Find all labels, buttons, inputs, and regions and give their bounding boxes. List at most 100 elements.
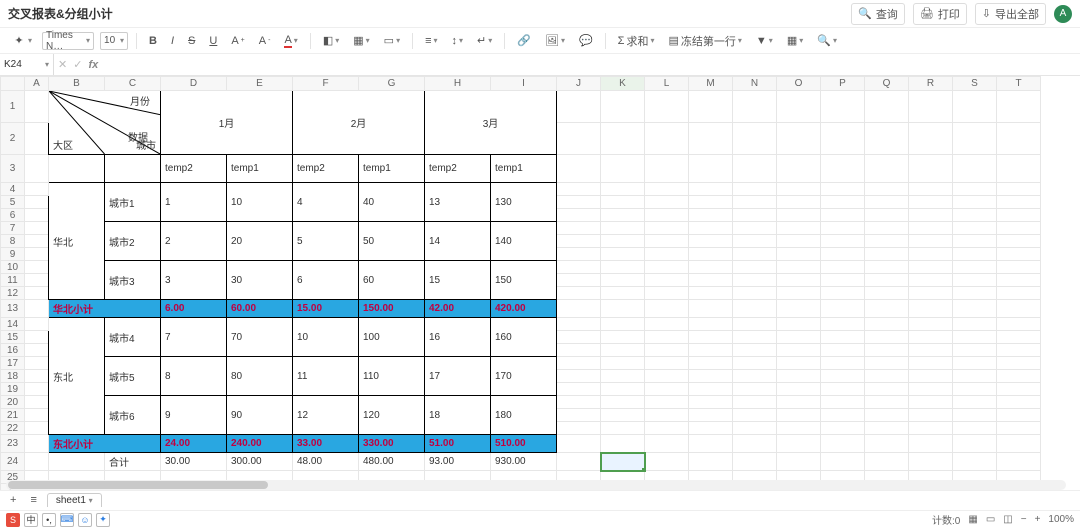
cell-H13[interactable]: 42.00	[425, 300, 491, 318]
cell-H17[interactable]: 17	[425, 357, 491, 396]
cell-J6[interactable]	[557, 209, 601, 222]
ime-emoji-icon[interactable]: ☺	[78, 513, 92, 527]
cell-S21[interactable]	[953, 409, 997, 422]
cell-J9[interactable]	[557, 248, 601, 261]
cell-P13[interactable]	[821, 300, 865, 318]
cell-H10[interactable]: 15	[425, 261, 491, 300]
cell-A21[interactable]	[25, 409, 49, 422]
ime-lang-zh[interactable]: 中	[24, 513, 38, 527]
cell-L6[interactable]	[645, 209, 689, 222]
sheet-tab[interactable]: sheet1 ▾	[47, 493, 102, 507]
cell-I7[interactable]: 140	[491, 222, 557, 261]
cell-M6[interactable]	[689, 209, 733, 222]
row-header-17[interactable]: 17	[1, 357, 25, 370]
view-page-icon[interactable]: ▭	[986, 514, 995, 525]
formula-input[interactable]	[104, 59, 1076, 70]
cell-N13[interactable]	[733, 300, 777, 318]
name-box[interactable]: K24▾	[0, 54, 54, 75]
cell-Q17[interactable]	[865, 357, 909, 370]
cell-M12[interactable]	[689, 287, 733, 300]
grid[interactable]: ABCDEFGHIJKLMNOPQRST1 月份 数据 大区 城市1月2月3月2…	[0, 76, 1080, 496]
zoom-out-button[interactable]: −	[1021, 514, 1027, 525]
cell-S1[interactable]	[953, 91, 997, 123]
cell-R3[interactable]	[909, 155, 953, 183]
cell-E13[interactable]: 60.00	[227, 300, 293, 318]
col-header-P[interactable]: P	[821, 77, 865, 91]
cell-M21[interactable]	[689, 409, 733, 422]
cell-P3[interactable]	[821, 155, 865, 183]
cell-J23[interactable]	[557, 435, 601, 453]
cell-T17[interactable]	[997, 357, 1041, 370]
cell-J17[interactable]	[557, 357, 601, 370]
cell-S15[interactable]	[953, 331, 997, 344]
freeze-button[interactable]: ▤冻结第一行▾	[664, 32, 745, 50]
cell-O8[interactable]	[777, 235, 821, 248]
query-button[interactable]: 🔍查询	[851, 3, 905, 25]
cell-N2[interactable]	[733, 123, 777, 155]
cell-J14[interactable]	[557, 318, 601, 331]
cell-B1[interactable]: 月份 数据 大区 城市	[49, 91, 161, 155]
cell-C3[interactable]	[105, 155, 161, 183]
underline-button[interactable]: U	[205, 34, 221, 48]
cell-P10[interactable]	[821, 261, 865, 274]
cell-T18[interactable]	[997, 370, 1041, 383]
cell-E24[interactable]: 300.00	[227, 453, 293, 471]
cell-I10[interactable]: 150	[491, 261, 557, 300]
row-header-9[interactable]: 9	[1, 248, 25, 261]
cell-B3[interactable]	[49, 155, 105, 183]
cell-J4[interactable]	[557, 183, 601, 196]
cell-S24[interactable]	[953, 453, 997, 471]
row-header-15[interactable]: 15	[1, 331, 25, 344]
cell-O24[interactable]	[777, 453, 821, 471]
cell-P2[interactable]	[821, 123, 865, 155]
cell-M13[interactable]	[689, 300, 733, 318]
cell-F24[interactable]: 48.00	[293, 453, 359, 471]
cell-N17[interactable]	[733, 357, 777, 370]
col-header-B[interactable]: B	[49, 77, 105, 91]
cell-T2[interactable]	[997, 123, 1041, 155]
cell-Q10[interactable]	[865, 261, 909, 274]
cell-P22[interactable]	[821, 422, 865, 435]
cell-K10[interactable]	[601, 261, 645, 274]
cell-B13[interactable]: 华北小计	[49, 300, 161, 318]
cell-S18[interactable]	[953, 370, 997, 383]
cell-A4[interactable]	[25, 183, 49, 196]
align-h-button[interactable]: ≡▾	[421, 34, 441, 48]
cell-K22[interactable]	[601, 422, 645, 435]
font-dec-button[interactable]: A-	[255, 34, 275, 48]
strike-button[interactable]: S	[184, 34, 199, 48]
cell-F13[interactable]: 15.00	[293, 300, 359, 318]
cell-P15[interactable]	[821, 331, 865, 344]
cell-C10[interactable]: 城市3	[105, 261, 161, 300]
cell-K24[interactable]	[601, 453, 645, 471]
cell-I24[interactable]: 930.00	[491, 453, 557, 471]
cell-T20[interactable]	[997, 396, 1041, 409]
cell-M17[interactable]	[689, 357, 733, 370]
row-header-6[interactable]: 6	[1, 209, 25, 222]
cell-K19[interactable]	[601, 383, 645, 396]
cell-P18[interactable]	[821, 370, 865, 383]
cell-M19[interactable]	[689, 383, 733, 396]
cell-G17[interactable]: 110	[359, 357, 425, 396]
cell-M24[interactable]	[689, 453, 733, 471]
cell-M20[interactable]	[689, 396, 733, 409]
cell-M18[interactable]	[689, 370, 733, 383]
cell-N3[interactable]	[733, 155, 777, 183]
cell-D4[interactable]: 1	[161, 183, 227, 222]
cell-D7[interactable]: 2	[161, 222, 227, 261]
cell-P8[interactable]	[821, 235, 865, 248]
col-header-K[interactable]: K	[601, 77, 645, 91]
cell-J20[interactable]	[557, 396, 601, 409]
cell-L16[interactable]	[645, 344, 689, 357]
col-header-M[interactable]: M	[689, 77, 733, 91]
cell-C24[interactable]: 合计	[105, 453, 161, 471]
cell-Q5[interactable]	[865, 196, 909, 209]
cell-D14[interactable]: 7	[161, 318, 227, 357]
cell-S8[interactable]	[953, 235, 997, 248]
cell-O20[interactable]	[777, 396, 821, 409]
cell-S17[interactable]	[953, 357, 997, 370]
cell-L4[interactable]	[645, 183, 689, 196]
cell-F20[interactable]: 12	[293, 396, 359, 435]
cell-Q16[interactable]	[865, 344, 909, 357]
fx-icon[interactable]: fx	[88, 59, 98, 71]
